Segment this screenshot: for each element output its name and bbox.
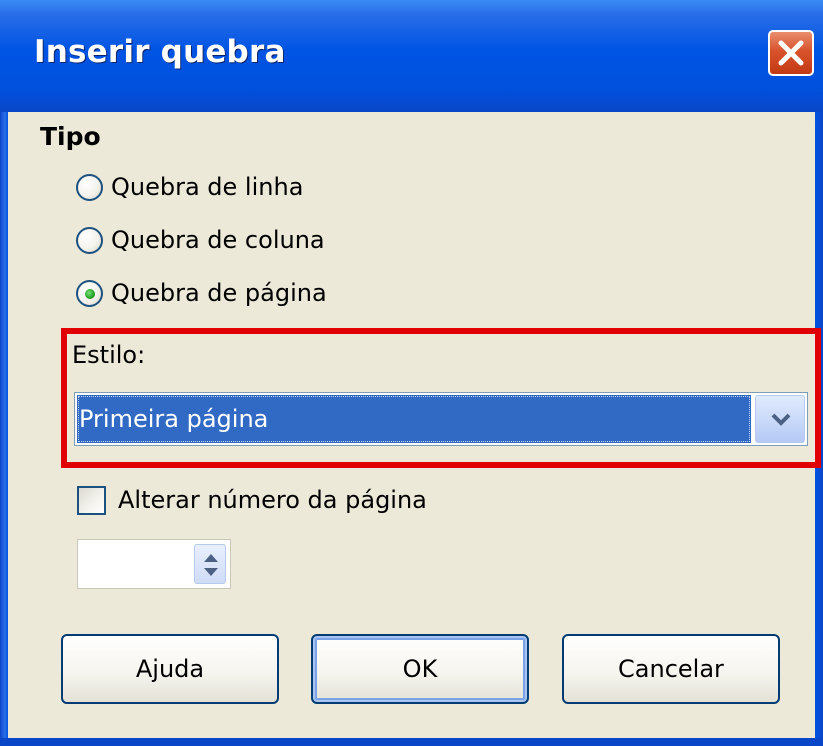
title-bar[interactable]: Inserir quebra [0, 0, 823, 112]
radio-label-column-break: Quebra de coluna [111, 226, 325, 254]
dropdown-button[interactable] [755, 395, 805, 443]
window-border-bottom [0, 738, 823, 746]
dialog-title: Inserir quebra [34, 34, 286, 70]
style-select[interactable]: Primeira página [74, 392, 808, 446]
chevron-down-icon [771, 413, 791, 426]
cancel-button[interactable]: Cancelar [562, 634, 780, 704]
ok-button-label: OK [402, 655, 438, 683]
radio-button[interactable] [76, 226, 103, 254]
radio-button-selected[interactable] [76, 279, 103, 307]
radio-page-break[interactable]: Quebra de página [76, 276, 327, 310]
radio-button[interactable] [76, 173, 103, 201]
radio-label-page-break: Quebra de página [111, 279, 327, 307]
radio-label-line-break: Quebra de linha [111, 173, 304, 201]
spin-button[interactable] [194, 544, 226, 584]
style-selected-value: Primeira página [77, 395, 751, 443]
radio-column-break[interactable]: Quebra de coluna [76, 223, 325, 257]
page-number-spinner[interactable] [77, 539, 231, 589]
style-label: Estilo: [72, 341, 146, 369]
help-button[interactable]: Ajuda [61, 634, 279, 704]
close-button[interactable] [768, 30, 814, 76]
ok-button[interactable]: OK [311, 634, 529, 704]
change-page-number-label: Alterar número da página [118, 486, 427, 514]
spin-arrows-icon [204, 554, 218, 576]
radio-line-break[interactable]: Quebra de linha [76, 170, 303, 204]
window-border-left [0, 112, 8, 746]
change-page-number-checkbox[interactable] [77, 485, 106, 515]
help-button-label: Ajuda [135, 655, 205, 683]
cancel-button-label: Cancelar [618, 655, 724, 683]
change-page-number-row[interactable]: Alterar número da página [77, 483, 427, 517]
type-section-title: Tipo [40, 122, 101, 151]
close-icon [778, 40, 804, 66]
